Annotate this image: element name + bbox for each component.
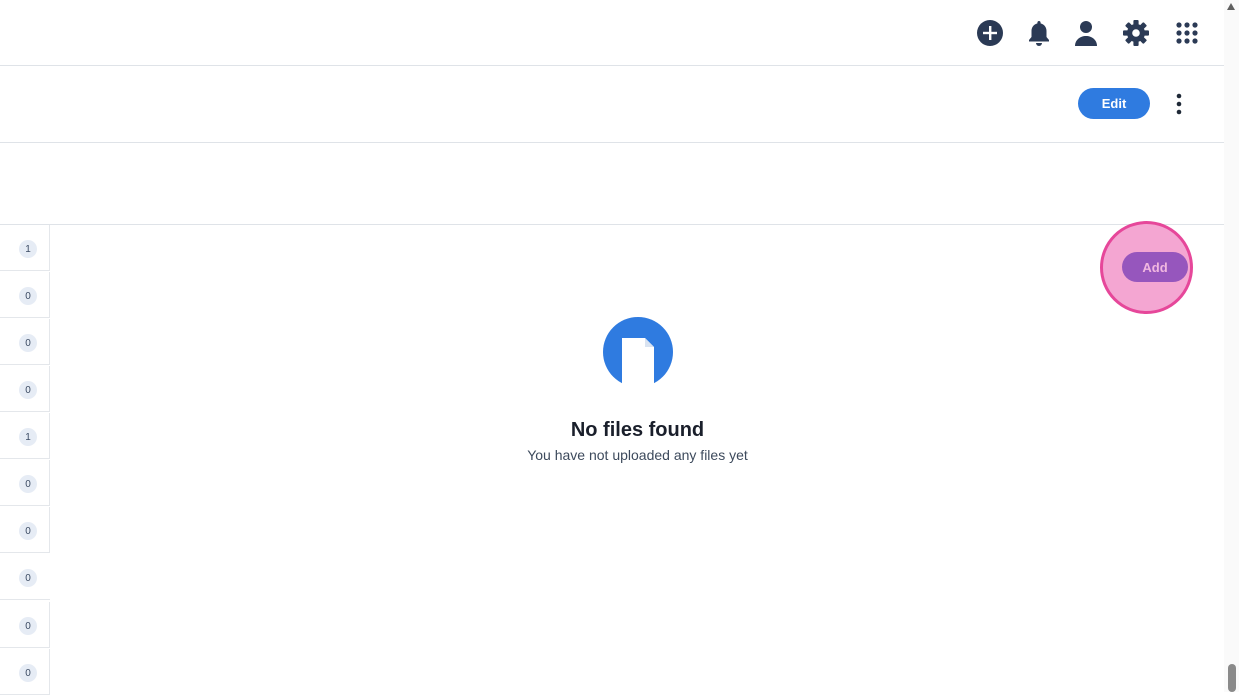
- scrollbar-thumb[interactable]: [1228, 664, 1236, 692]
- files-panel: No files found You have not uploaded any…: [51, 225, 1224, 692]
- kebab-menu-icon[interactable]: [1168, 90, 1190, 118]
- empty-state-subtitle: You have not uploaded any files yet: [527, 447, 748, 463]
- add-file-button[interactable]: Add: [1122, 252, 1188, 282]
- list-item[interactable]: 0: [0, 319, 50, 365]
- count-badge: 0: [19, 334, 37, 352]
- category-list: 1 0 0 0 1 0 0 0 0 0: [0, 225, 51, 695]
- list-item[interactable]: 0: [0, 366, 50, 412]
- add-circle-icon[interactable]: [975, 18, 1005, 48]
- count-badge: 0: [19, 287, 37, 305]
- top-navigation-bar: [0, 0, 1224, 66]
- bell-icon[interactable]: [1024, 18, 1054, 48]
- list-item[interactable]: 0: [0, 602, 50, 648]
- empty-state-title: No files found: [570, 419, 705, 441]
- tab-area: [0, 143, 1224, 225]
- count-badge: 0: [19, 664, 37, 682]
- count-badge: 0: [19, 617, 37, 635]
- list-item[interactable]: 0: [0, 460, 50, 506]
- user-icon[interactable]: [1071, 18, 1101, 48]
- count-badge: 1: [19, 428, 37, 446]
- list-item[interactable]: 0: [0, 272, 50, 318]
- edit-button[interactable]: Edit: [1078, 88, 1150, 119]
- apps-grid-icon[interactable]: [1172, 18, 1202, 48]
- count-badge: 0: [19, 569, 37, 587]
- page-header: Edit: [0, 66, 1224, 143]
- list-item[interactable]: 0: [0, 554, 50, 600]
- count-badge: 0: [19, 381, 37, 399]
- count-badge: 0: [19, 475, 37, 493]
- list-item[interactable]: 1: [0, 413, 50, 459]
- count-badge: 1: [19, 240, 37, 258]
- list-item[interactable]: 0: [0, 507, 50, 553]
- list-item[interactable]: 1: [0, 225, 50, 271]
- gear-icon[interactable]: [1121, 18, 1151, 48]
- list-item[interactable]: 0: [0, 649, 50, 695]
- file-icon: [602, 316, 674, 389]
- scroll-up-arrow-icon[interactable]: [1227, 3, 1235, 10]
- vertical-scrollbar[interactable]: [1224, 0, 1239, 692]
- count-badge: 0: [19, 522, 37, 540]
